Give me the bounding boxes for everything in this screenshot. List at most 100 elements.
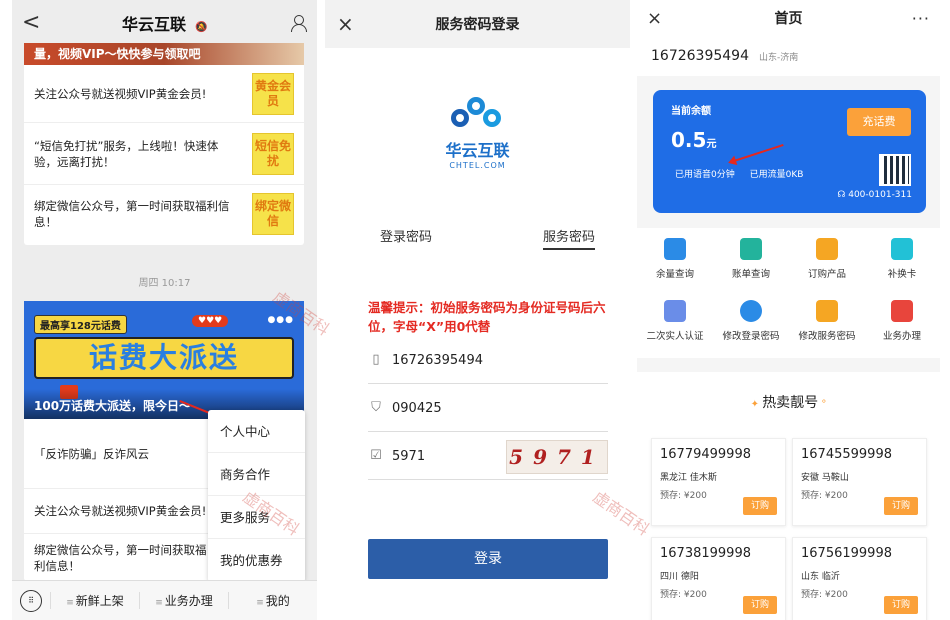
promo-tag: 最高享128元话费 — [34, 315, 127, 334]
service-replace-card[interactable]: 补换卡 — [864, 238, 940, 280]
tab-new-arrivals[interactable]: ≡ 新鲜上架 — [50, 592, 139, 609]
number-card[interactable]: 16756199998 山东 临沂 预存: ¥200 订购 — [792, 537, 927, 620]
bill-icon — [740, 238, 762, 260]
number-value: 16756199998 — [801, 546, 892, 561]
message-text: 关注公众号就送视频VIP黄金会员! — [34, 86, 207, 101]
service-label: 补换卡 — [887, 269, 917, 280]
edit-icon — [891, 300, 913, 322]
page-title: 服务密码登录 — [435, 17, 520, 33]
message-card[interactable]: 量，视频VIP～快快参与领取吧 关注公众号就送视频VIP黄金会员! 黄金会员 “… — [24, 43, 304, 245]
message-thumbnail: 短信免扰 — [252, 132, 294, 175]
chat-header: < 华云互联 🔕 — [12, 0, 317, 45]
list-item[interactable]: 绑定微信公众号，第一时间获取福利信息！ 绑定微信 — [24, 185, 304, 243]
number-value: 16745599998 — [801, 447, 892, 462]
menu-item-my-coupons[interactable]: 我的优惠券 — [208, 539, 305, 582]
service-change-login-password[interactable]: 修改登录密码 — [713, 300, 789, 342]
service-label: 账单查询 — [731, 269, 770, 280]
service-balance-query[interactable]: 余量查询 — [637, 238, 713, 280]
chat-title-wrap: 华云互联 🔕 — [122, 11, 208, 35]
sparkle-icon: ✦ — [750, 399, 763, 410]
service-label: 余量查询 — [655, 269, 694, 280]
recharge-button[interactable]: 充话费 — [847, 108, 911, 136]
number-location: 黑龙江 佳木斯 — [660, 473, 717, 483]
order-button[interactable]: 订购 — [743, 497, 777, 515]
service-business[interactable]: 业务办理 — [864, 300, 940, 342]
message-text: 关注公众号就送视频VIP黄金会员! — [34, 504, 207, 518]
keyboard-icon[interactable]: ⠿ — [20, 589, 42, 612]
promo-headline: 话费大派送 — [34, 337, 294, 379]
list-item[interactable]: “短信免打扰”服务，上线啦！快速体验，远离打扰！ 短信免扰 — [24, 123, 304, 185]
number-location: 四川 德阳 — [660, 572, 699, 582]
hotline-number: 400-0101-311 — [848, 190, 912, 200]
logo-icon — [447, 95, 509, 133]
balance-value: 0.5元 — [671, 128, 716, 152]
hotline[interactable]: ☊ 400-0101-311 — [837, 190, 912, 200]
password-field[interactable]: ⛉ 090425 — [368, 386, 608, 432]
balance-label: 当前余额 — [671, 106, 711, 117]
service-label: 修改服务密码 — [798, 331, 856, 342]
tab-mine[interactable]: ≡ 我的 — [228, 592, 317, 609]
order-icon — [816, 238, 838, 260]
order-button[interactable]: 订购 — [743, 596, 777, 614]
logo-subtext: CHTEL.COM — [449, 161, 506, 170]
tab-login-password[interactable]: 登录密码 — [380, 226, 432, 245]
number-card[interactable]: 16745599998 安徽 马鞍山 预存: ¥200 订购 — [792, 438, 927, 526]
voice-usage: 已用语音0分钟 — [675, 170, 735, 180]
promo-banner[interactable]: 最高享128元话费 ♥♥♥ ●●● 话费大派送 100万话费大派送，限今日～ — [24, 301, 304, 419]
number-card[interactable]: 16779499998 黑龙江 佳木斯 预存: ¥200 订购 — [651, 438, 786, 526]
section-title: ✦ 热卖靓号 ° — [637, 392, 940, 412]
number-location: 山东 临沂 — [801, 572, 840, 582]
sim-card-icon — [891, 238, 913, 260]
data-usage: 已用流量0KB — [749, 170, 804, 180]
promo-banner[interactable]: 量，视频VIP～快快参与领取吧 — [24, 43, 304, 65]
menu-icon: ≡ — [155, 598, 163, 608]
brand-logo: 华云互联 CHTEL.COM — [325, 95, 630, 170]
message-timestamp: 周四 10:17 — [138, 278, 191, 289]
service-real-name-auth[interactable]: 二次实人认证 — [637, 300, 713, 342]
service-label: 修改登录密码 — [722, 331, 780, 342]
phone-number: 16726395494 — [651, 48, 749, 64]
order-button[interactable]: 订购 — [884, 596, 918, 614]
logo-text: 华云互联 — [445, 141, 510, 160]
tab-label: 新鲜上架 — [75, 594, 124, 608]
mute-icon: 🔕 — [195, 21, 208, 33]
login-button[interactable]: 登录 — [368, 539, 608, 579]
phone-value: 16726395494 — [392, 353, 483, 368]
qr-code-icon[interactable] — [879, 154, 911, 186]
captcha-value: 5971 — [392, 449, 426, 464]
captcha-field[interactable]: ☑ 5971 5971 — [368, 434, 608, 480]
service-label: 订购产品 — [807, 269, 846, 280]
shield-icon: ⛉ — [371, 399, 381, 415]
service-order-product[interactable]: 订购产品 — [789, 238, 865, 280]
sparkle-icon: ° — [818, 399, 827, 410]
menu-item-personal-center[interactable]: 个人中心 — [208, 410, 305, 453]
captcha-image[interactable]: 5971 — [506, 440, 608, 474]
service-label: 二次实人认证 — [646, 331, 704, 342]
number-card[interactable]: 16738199998 四川 德阳 预存: ¥200 订购 — [651, 537, 786, 620]
account-row: 16726395494 山东-济南 — [637, 36, 940, 76]
chat-panel: < 华云互联 🔕 量，视频VIP～快快参与领取吧 关注公众号就送视频VIP黄金会… — [12, 0, 317, 620]
captcha-icon: ☑ — [370, 447, 382, 463]
tab-business[interactable]: ≡ 业务办理 — [139, 592, 228, 609]
list-item[interactable]: 关注公众号就送视频VIP黄金会员! 黄金会员 — [24, 65, 304, 123]
menu-icon: ≡ — [256, 598, 264, 608]
service-bill-query[interactable]: 账单查询 — [713, 238, 789, 280]
number-value: 16779499998 — [660, 447, 751, 462]
order-button[interactable]: 订购 — [884, 497, 918, 515]
phone-location: 山东-济南 — [758, 52, 799, 63]
login-panel: × 服务密码登录 华云互联 CHTEL.COM 登录密码 服务密码 温馨提示：初… — [325, 0, 630, 620]
message-text: 「反诈防骗」反诈风云 — [34, 446, 149, 461]
message-text: 绑定微信公众号，第一时间获取福利信息！ — [34, 542, 207, 573]
tab-service-password[interactable]: 服务密码 — [543, 226, 596, 250]
lock-icon — [740, 300, 762, 322]
service-label: 业务办理 — [882, 331, 921, 342]
section-title-text: 热卖靓号 — [762, 395, 819, 411]
home-header: × 首页 ··· — [637, 0, 940, 36]
login-header: × 服务密码登录 — [325, 0, 630, 48]
message-thumbnail: 绑定微信 — [252, 193, 294, 235]
phone-field[interactable]: ▯ 16726395494 — [368, 338, 608, 384]
back-icon[interactable]: < — [22, 10, 40, 35]
page-title: 首页 — [774, 11, 803, 27]
service-change-service-password[interactable]: 修改服务密码 — [789, 300, 865, 342]
profile-icon[interactable] — [289, 14, 307, 32]
